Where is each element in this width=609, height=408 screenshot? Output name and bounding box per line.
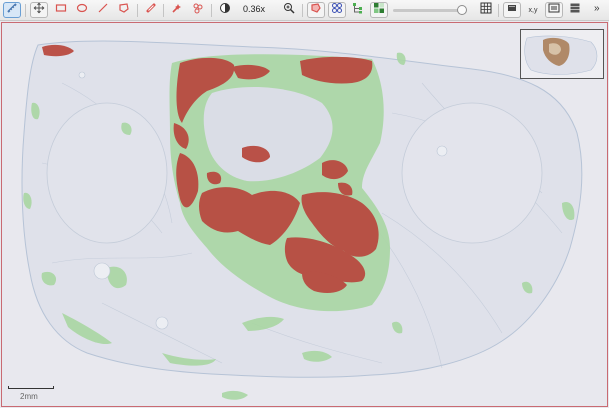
pixel-overlay-button[interactable] <box>370 2 388 18</box>
slide-viewer[interactable]: 2mm <box>1 22 608 407</box>
brightness-contrast-button[interactable] <box>216 2 234 18</box>
wand-tool-button[interactable] <box>168 2 186 18</box>
toolbar-separator <box>137 4 138 17</box>
show-grid-button[interactable] <box>477 2 495 18</box>
overview-icon <box>548 1 560 19</box>
ruler-tool-button[interactable] <box>3 2 21 18</box>
toolbar-separator <box>25 4 26 17</box>
brush-icon <box>145 1 157 19</box>
polygon-icon <box>118 1 130 19</box>
tissue-lobe <box>401 102 543 244</box>
rectangle-icon <box>55 1 67 19</box>
overlay-opacity-slider[interactable] <box>457 5 467 15</box>
move-tool-button[interactable] <box>30 2 48 18</box>
tissue-lobe <box>46 102 168 244</box>
toolbar-separator <box>163 4 164 17</box>
overlay-icon <box>373 1 385 19</box>
ruler-icon <box>6 1 18 19</box>
toolbar-separator <box>302 4 303 17</box>
cells-tool-button[interactable] <box>189 2 207 18</box>
polygon-tool-button[interactable] <box>115 2 133 18</box>
coordinates-icon: x,y <box>528 6 538 14</box>
overlay-opacity-track[interactable] <box>393 9 463 12</box>
brush-tool-button[interactable] <box>142 2 160 18</box>
qupath-viewer-app: 0.36x x,y » 2mm <box>0 0 609 408</box>
stroma-patch <box>222 390 248 400</box>
grid-icon <box>480 1 492 19</box>
detections-icon <box>331 1 343 19</box>
show-annotations-button[interactable] <box>307 2 325 18</box>
wand-icon <box>171 1 183 19</box>
overview-minimap[interactable] <box>520 29 604 79</box>
cells-icon <box>192 1 204 19</box>
scale-bar <box>8 386 54 389</box>
zoom-to-fit-button[interactable] <box>280 2 298 18</box>
more-icon[interactable]: » <box>594 3 600 14</box>
ellipse-icon <box>76 1 88 19</box>
tree-icon <box>352 1 364 19</box>
object-hierarchy-button[interactable] <box>349 2 367 18</box>
show-detections-button[interactable] <box>328 2 346 18</box>
toolbar: 0.36x x,y » <box>0 0 609 21</box>
move-icon <box>33 1 45 19</box>
screenshot-button[interactable] <box>503 2 521 18</box>
zoom-level: 0.36x <box>243 4 266 14</box>
line-tool-button[interactable] <box>94 2 112 18</box>
scale-bar-label: 2mm <box>20 392 38 401</box>
toolbar-separator <box>211 4 212 17</box>
line-icon <box>97 1 109 19</box>
rectangle-tool-button[interactable] <box>52 2 70 18</box>
measurement-table-button[interactable] <box>566 2 584 18</box>
contrast-icon <box>219 1 231 19</box>
annotations-icon <box>310 1 322 19</box>
zoom-icon <box>283 1 295 19</box>
screenshot-icon <box>506 1 518 19</box>
table-icon <box>569 1 581 19</box>
minimap-thumbnail <box>524 35 598 75</box>
tissue-slide-image[interactable] <box>2 23 608 407</box>
toolbar-separator <box>498 4 499 17</box>
show-coordinates-button[interactable]: x,y <box>524 2 542 18</box>
ellipse-tool-button[interactable] <box>73 2 91 18</box>
show-overview-button[interactable] <box>545 2 563 18</box>
